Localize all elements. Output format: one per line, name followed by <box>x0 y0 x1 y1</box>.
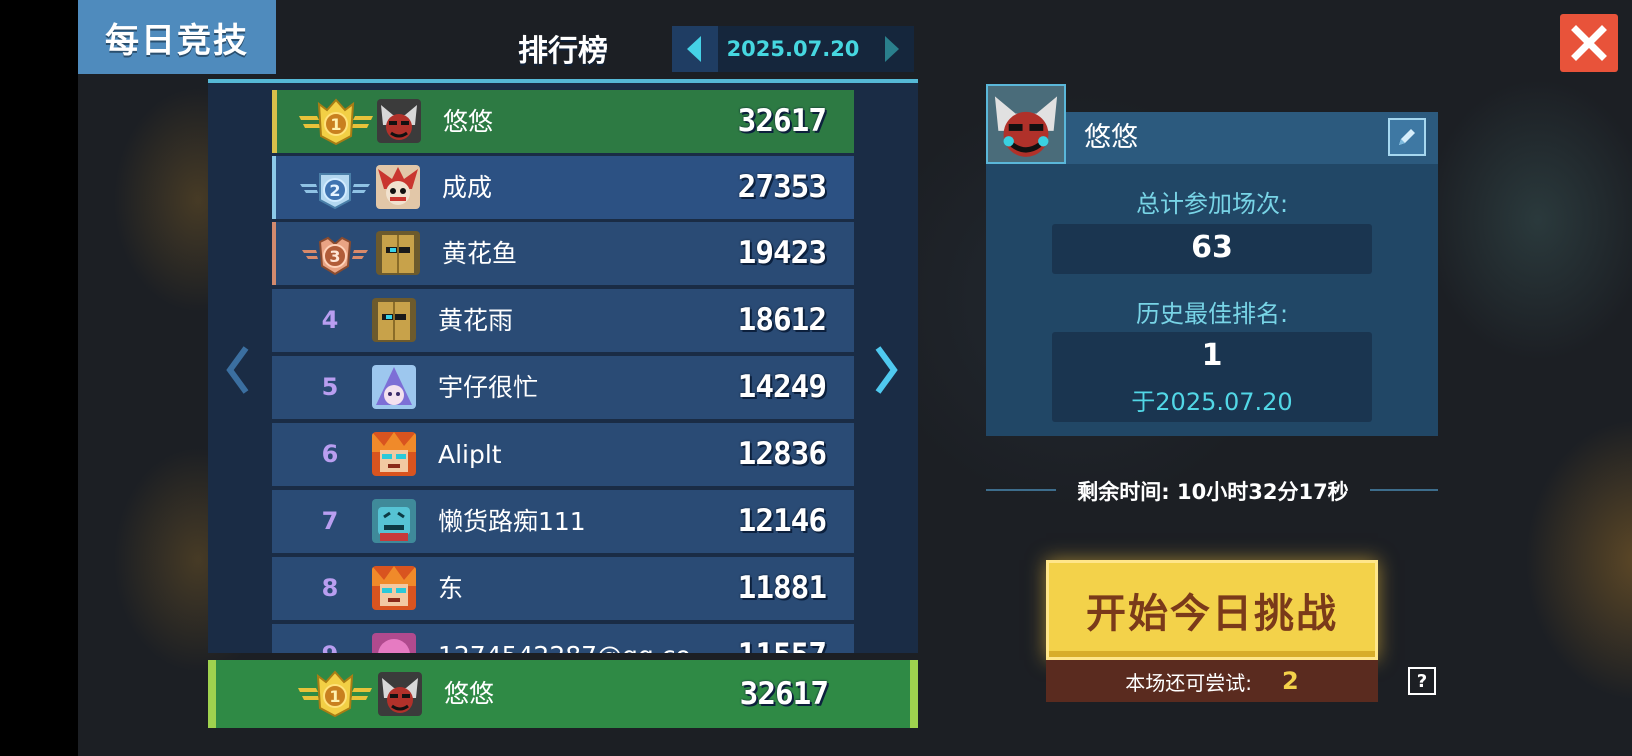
leaderboard-row[interactable]: 7 懒货路痴111 12146 <box>272 490 854 553</box>
my-score: 32617 <box>739 676 829 712</box>
player-score: 12836 <box>737 436 827 472</box>
svg-text:3: 3 <box>329 247 340 266</box>
tries-bar: 本场还可尝试: 2 <box>1046 660 1378 702</box>
leaderboard-title: 排行榜 <box>518 34 608 69</box>
triangle-right-icon <box>885 36 899 62</box>
rank-number: 5 <box>321 373 339 401</box>
knight-avatar <box>376 231 420 275</box>
player-name: 东 <box>438 574 464 603</box>
pencil-icon <box>1399 129 1415 145</box>
divider-left <box>986 489 1056 491</box>
berserker-avatar <box>372 566 416 610</box>
leaderboard-row[interactable]: 6 Aliplt 12836 <box>272 423 854 486</box>
left-edge <box>0 0 78 756</box>
best-rank-value: 1 <box>1201 338 1223 373</box>
leaderboard-header: 排行榜 2025.07.20 <box>208 20 918 80</box>
my-rank-row: 1 悠悠 32617 <box>208 660 918 728</box>
leaderboard-list[interactable]: 1 悠悠 32617 2 成成 27353 3 黄花鱼 19423 4 黄花雨 … <box>272 90 854 653</box>
player-score: 32617 <box>737 103 827 139</box>
rank-number: 8 <box>321 574 339 602</box>
robot-avatar <box>372 499 416 543</box>
player-name: 成成 <box>442 173 493 202</box>
player-name: 黄花鱼 <box>442 239 518 268</box>
svg-text:2: 2 <box>329 181 340 200</box>
chevron-left-icon <box>226 346 249 394</box>
leaderboard-row[interactable]: 3 黄花鱼 19423 <box>272 222 854 285</box>
player-score: 27353 <box>737 169 827 205</box>
svg-text:1: 1 <box>330 115 341 134</box>
edit-name-button[interactable] <box>1388 118 1426 156</box>
profile-header: 悠悠 <box>1066 112 1438 164</box>
leaderboard-row[interactable]: 4 黄花雨 18612 <box>272 289 854 352</box>
stats-panel: 总计参加场次: 63 历史最佳排名: 1 于2025.07.20 <box>986 164 1438 436</box>
player-name: 黄花雨 <box>438 306 514 335</box>
prev-date-button[interactable] <box>672 26 718 72</box>
gold-medal-icon: 1 <box>299 98 373 146</box>
raccoon-avatar <box>378 672 422 716</box>
total-matches-value: 63 <box>1191 230 1233 265</box>
total-matches-box: 63 <box>1052 224 1372 274</box>
leaderboard-row[interactable]: 1 悠悠 32617 <box>272 90 854 153</box>
wizard-avatar <box>372 365 416 409</box>
leaderboard-row[interactable]: 9 1274542287@qq.co 11557 <box>272 624 854 653</box>
start-challenge-button[interactable]: 开始今日挑战 <box>1046 560 1378 660</box>
player-name: 懒货路痴111 <box>438 507 586 536</box>
profile-avatar <box>986 84 1066 164</box>
rank-number: 4 <box>321 306 339 334</box>
best-rank-label: 历史最佳排名: <box>1135 300 1289 328</box>
leaderboard-row[interactable]: 5 宇仔很忙 14249 <box>272 356 854 419</box>
gold-medal-icon: 1 <box>298 670 372 718</box>
player-score: 18612 <box>737 302 827 338</box>
help-button[interactable]: ? <box>1408 667 1436 695</box>
bronze-medal-icon: 3 <box>302 236 368 276</box>
prev-page-arrow[interactable] <box>222 340 252 400</box>
remaining-time: 剩余时间: 10小时32分17秒 <box>1077 480 1349 504</box>
tries-count: 2 <box>1282 667 1299 695</box>
player-score: 11881 <box>737 570 827 606</box>
player-score: 14249 <box>737 369 827 405</box>
pink-avatar <box>372 633 416 653</box>
chevron-right-icon <box>875 346 898 394</box>
player-name: 1274542287@qq.co <box>438 624 691 653</box>
rank-number: 7 <box>321 507 339 535</box>
player-score: 19423 <box>737 235 827 271</box>
player-score: 12146 <box>737 503 827 539</box>
total-matches-label: 总计参加场次: <box>1135 190 1289 218</box>
profile-name: 悠悠 <box>1084 122 1138 153</box>
best-rank-box: 1 于2025.07.20 <box>1052 332 1372 422</box>
clown-avatar <box>376 165 420 209</box>
best-rank-date: 于2025.07.20 <box>1131 388 1293 416</box>
divider-right <box>1370 489 1438 491</box>
raccoon-avatar <box>377 99 421 143</box>
knight-avatar <box>372 298 416 342</box>
rank-number: 9 <box>310 624 350 653</box>
berserker-avatar <box>372 432 416 476</box>
tries-label: 本场还可尝试: <box>1125 670 1253 695</box>
my-name: 悠悠 <box>444 679 495 708</box>
triangle-left-icon <box>687 36 701 62</box>
date-label: 2025.07.20 <box>718 26 868 72</box>
next-page-arrow[interactable] <box>872 340 902 400</box>
close-icon <box>1571 25 1607 61</box>
player-name: 悠悠 <box>443 107 494 136</box>
leaderboard-row[interactable]: 2 成成 27353 <box>272 156 854 219</box>
player-name: Aliplt <box>438 440 502 469</box>
silver-medal-icon: 2 <box>300 173 370 210</box>
next-date-button[interactable] <box>868 26 914 72</box>
close-button[interactable] <box>1560 14 1618 72</box>
leaderboard-row[interactable]: 8 东 11881 <box>272 557 854 620</box>
rank-number: 6 <box>321 440 339 468</box>
svg-text:1: 1 <box>329 687 340 706</box>
player-name: 宇仔很忙 <box>438 373 539 402</box>
player-score: 11557 <box>738 624 827 653</box>
